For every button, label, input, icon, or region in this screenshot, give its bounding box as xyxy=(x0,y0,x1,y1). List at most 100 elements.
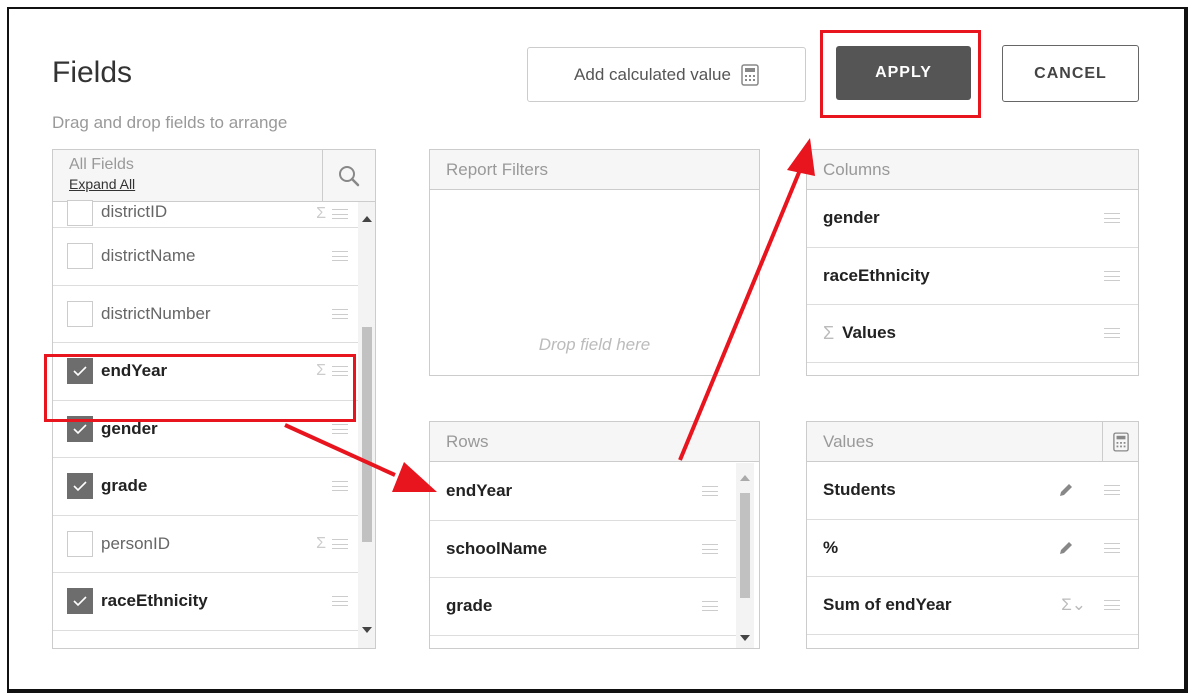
all-fields-header: All Fields Expand All xyxy=(53,150,375,202)
row-item-grade[interactable]: grade xyxy=(430,578,736,636)
drop-hint: Drop field here xyxy=(538,335,651,354)
checkmark-icon xyxy=(73,481,87,492)
add-calculated-value-label: Add calculated value xyxy=(574,64,731,84)
field-checkbox[interactable] xyxy=(67,243,93,270)
drag-handle-icon[interactable] xyxy=(332,538,348,549)
zone-item-label: raceEthnicity xyxy=(823,265,930,285)
drag-handle-icon[interactable] xyxy=(332,308,348,319)
field-item-personID[interactable]: personID Σ xyxy=(53,516,358,573)
sigma-icon: Σ xyxy=(823,322,835,343)
report-filters-header: Report Filters xyxy=(430,150,759,190)
field-checkbox[interactable] xyxy=(67,473,93,500)
scroll-down-arrow[interactable] xyxy=(740,635,750,641)
field-label: raceEthnicity xyxy=(101,591,208,611)
drag-handle-icon[interactable] xyxy=(702,601,718,612)
drag-handle-icon[interactable] xyxy=(1104,213,1120,224)
drag-handle-icon[interactable] xyxy=(1104,485,1120,496)
field-label: grade xyxy=(101,476,148,496)
field-item-districtID[interactable]: districtID Σ xyxy=(53,200,358,228)
value-item-students[interactable]: Students xyxy=(807,462,1138,520)
drag-handle-icon[interactable] xyxy=(702,486,718,497)
row-item-endYear[interactable]: endYear xyxy=(430,463,736,521)
report-filters-zone[interactable]: Report Filters Drop field here xyxy=(429,149,760,376)
zone-item-label: Students xyxy=(823,480,896,500)
all-fields-list: districtID Σ districtName districtNumber… xyxy=(53,200,358,648)
drag-handle-icon[interactable] xyxy=(1104,600,1120,611)
field-item-tools: Σ xyxy=(316,205,348,223)
search-icon xyxy=(339,166,360,187)
calculator-icon xyxy=(741,63,759,86)
values-calculator-button[interactable] xyxy=(1102,422,1138,462)
column-item-raceEthnicity[interactable]: raceEthnicity xyxy=(807,248,1138,305)
field-label: districtName xyxy=(101,246,196,266)
field-item-districtNumber[interactable]: districtNumber xyxy=(53,286,358,343)
field-checkbox[interactable] xyxy=(67,300,93,327)
drag-handle-icon[interactable] xyxy=(1104,270,1120,281)
endyear-highlight-box xyxy=(44,354,356,422)
field-checkbox[interactable] xyxy=(67,588,93,615)
column-item-values[interactable]: Σ Values xyxy=(807,305,1138,363)
field-item-tools xyxy=(332,481,348,492)
scroll-thumb[interactable] xyxy=(740,493,750,598)
all-fields-scrollbar[interactable] xyxy=(358,202,375,648)
cancel-button[interactable]: CANCEL xyxy=(1002,45,1139,102)
zone-item-label: % xyxy=(823,537,839,557)
field-label: personID xyxy=(101,533,170,553)
calculator-icon xyxy=(1112,432,1129,452)
zone-item-label: Sum of endYear xyxy=(823,595,952,615)
rows-zone[interactable]: Rows endYear schoolName grade xyxy=(429,421,760,649)
expand-all-link[interactable]: Expand All xyxy=(69,176,135,192)
rows-scrollbar[interactable] xyxy=(736,463,754,648)
column-item-gender[interactable]: gender xyxy=(807,190,1138,248)
field-item-tools xyxy=(332,423,348,434)
pencil-icon[interactable] xyxy=(1058,482,1074,498)
field-item-grade[interactable]: grade xyxy=(53,458,358,516)
drag-handle-icon[interactable] xyxy=(332,596,348,607)
drag-handle-icon[interactable] xyxy=(332,209,348,219)
value-item-sum-endyear[interactable]: Sum of endYear Σ⌄ xyxy=(807,577,1138,635)
field-checkbox[interactable] xyxy=(67,200,93,226)
pencil-icon[interactable] xyxy=(1058,540,1074,556)
drag-handle-icon[interactable] xyxy=(332,423,348,434)
page-subtitle: Drag and drop fields to arrange xyxy=(52,113,288,132)
drag-handle-icon[interactable] xyxy=(1104,328,1120,339)
all-fields-title: All Fields xyxy=(69,156,134,173)
values-zone[interactable]: Values Students % Sum of endYear Σ⌄ xyxy=(806,421,1139,649)
values-header: Values xyxy=(807,422,1138,462)
sigma-icon: Σ xyxy=(316,534,326,552)
field-item-districtName[interactable]: districtName xyxy=(53,228,358,286)
checkmark-icon xyxy=(73,596,87,607)
zone-item-label: grade xyxy=(446,596,493,616)
drag-handle-icon[interactable] xyxy=(702,543,718,554)
field-checkbox[interactable] xyxy=(67,530,93,557)
columns-header: Columns xyxy=(807,150,1138,190)
field-item-tools xyxy=(332,251,348,262)
columns-zone[interactable]: Columns gender raceEthnicity Σ Values xyxy=(806,149,1139,376)
field-item-tools xyxy=(332,308,348,319)
field-item-raceEthnicity[interactable]: raceEthnicity xyxy=(53,573,358,631)
drag-handle-icon[interactable] xyxy=(332,481,348,492)
row-item-schoolName[interactable]: schoolName xyxy=(430,521,736,578)
field-label: districtID xyxy=(101,202,168,221)
scroll-up-arrow[interactable] xyxy=(362,216,372,222)
drag-handle-icon[interactable] xyxy=(332,251,348,262)
scroll-thumb[interactable] xyxy=(362,327,372,542)
field-item-tools xyxy=(332,596,348,607)
zone-item-label: Values xyxy=(842,323,897,343)
values-title: Values xyxy=(823,431,874,451)
sigma-dropdown-icon[interactable]: Σ⌄ xyxy=(1061,595,1086,615)
rows-header: Rows xyxy=(430,422,759,462)
checkmark-icon xyxy=(73,424,87,434)
add-calculated-value-button[interactable]: Add calculated value xyxy=(527,47,806,102)
field-search-button[interactable] xyxy=(322,150,375,202)
zone-item-label: endYear xyxy=(446,481,513,501)
drag-handle-icon[interactable] xyxy=(1104,542,1120,553)
zone-item-label: schoolName xyxy=(446,538,548,558)
value-item-percent[interactable]: % xyxy=(807,520,1138,577)
sigma-icon: Σ xyxy=(316,205,326,222)
field-item-tools: Σ xyxy=(316,535,348,553)
scroll-down-arrow[interactable] xyxy=(362,627,372,633)
field-label: districtNumber xyxy=(101,303,211,323)
page-title: Fields xyxy=(52,56,133,89)
scroll-up-arrow[interactable] xyxy=(740,475,750,481)
